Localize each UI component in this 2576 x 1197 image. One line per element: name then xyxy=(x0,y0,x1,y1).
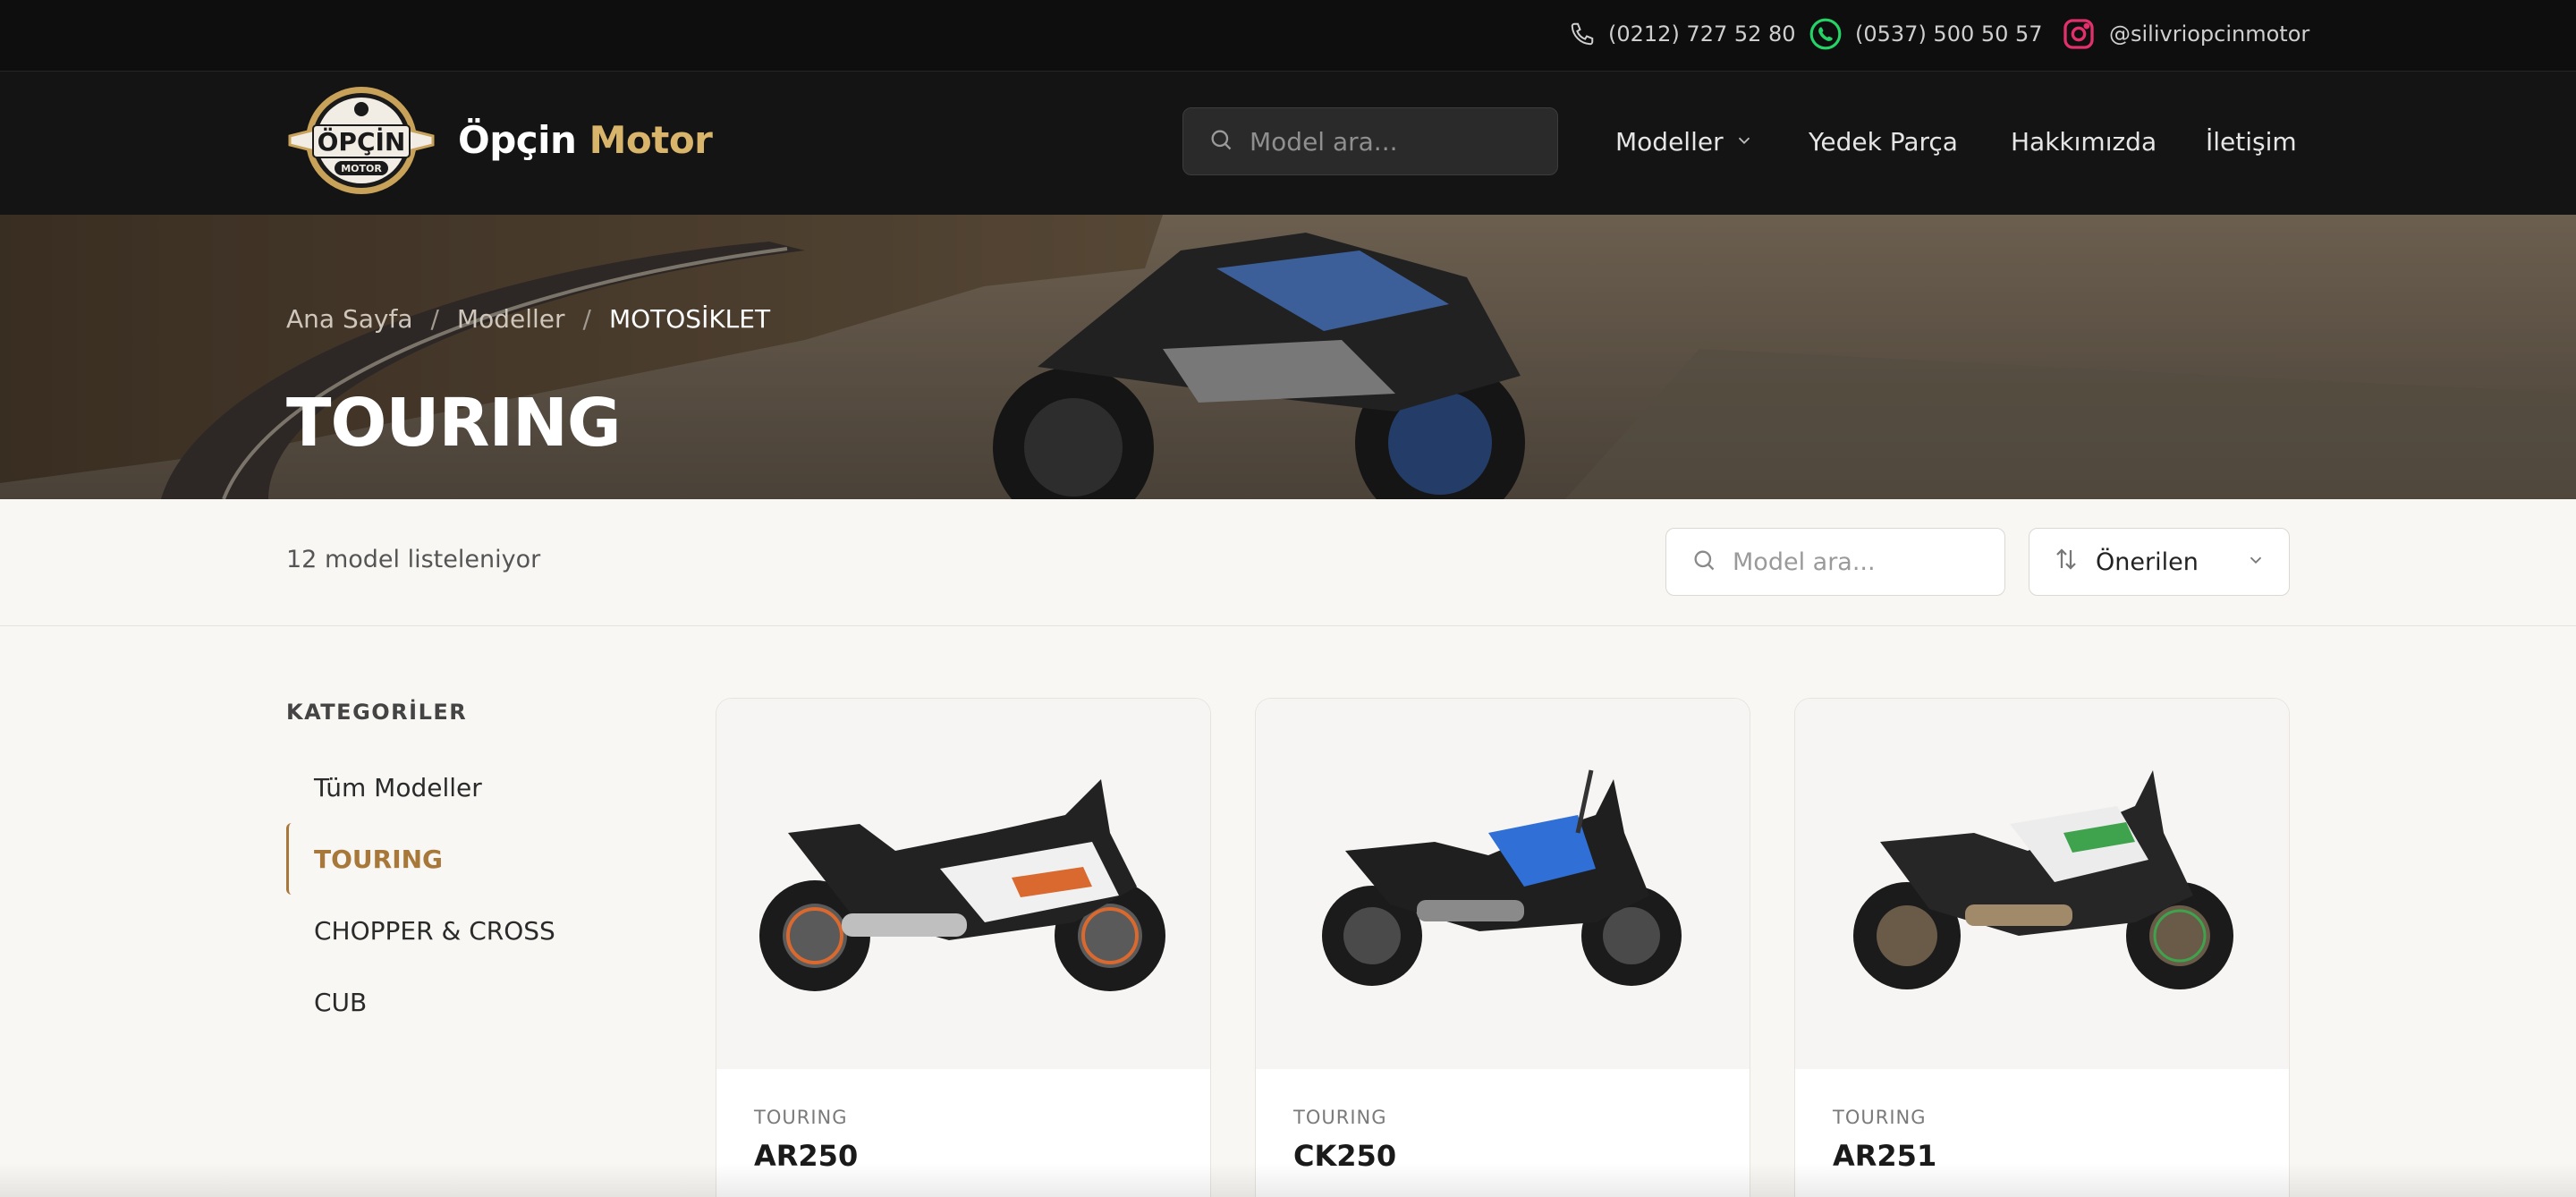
category-item-touring[interactable]: TOURING xyxy=(286,823,590,895)
product-category: TOURING xyxy=(1293,1107,1387,1128)
breadcrumb-separator: / xyxy=(582,304,591,334)
chevron-down-icon xyxy=(2246,548,2266,576)
page-title: TOURING xyxy=(286,385,622,462)
hero-banner: Ana Sayfa / Modeller / MOTOSİKLET TOURIN… xyxy=(0,215,2576,499)
breadcrumb-home[interactable]: Ana Sayfa xyxy=(286,304,412,334)
header-search-box[interactable] xyxy=(1182,107,1558,175)
breadcrumb: Ana Sayfa / Modeller / MOTOSİKLET xyxy=(286,304,770,334)
nav-parts[interactable]: Yedek Parça xyxy=(1809,123,1958,159)
search-icon xyxy=(1691,548,1716,576)
sort-selected-label: Önerilen xyxy=(2096,548,2199,576)
product-name: AR251 xyxy=(1833,1139,1937,1173)
nav-models-label: Modeller xyxy=(1615,126,1724,157)
instagram-icon xyxy=(2061,16,2097,52)
whatsapp-icon xyxy=(1809,17,1843,51)
nav-models[interactable]: Modeller xyxy=(1615,123,1754,159)
nav-contact-label: İletişim xyxy=(2206,126,2297,157)
product-image xyxy=(1795,699,2289,1069)
brand-name[interactable]: Öpçin Motor xyxy=(458,118,713,162)
logo-subtext: MOTOR xyxy=(341,163,382,174)
phone-contact[interactable]: (0212) 727 52 80 xyxy=(1569,16,1796,52)
brand-main: Öpçin xyxy=(458,118,577,162)
chevron-down-icon xyxy=(1734,127,1754,157)
product-image xyxy=(716,699,1210,1069)
product-card[interactable]: TOURING AR251 xyxy=(1794,698,2290,1197)
category-item-chopper-cross[interactable]: CHOPPER & CROSS xyxy=(286,895,590,966)
nav-contact[interactable]: İletişim xyxy=(2206,123,2297,159)
breadcrumb-models[interactable]: Modeller xyxy=(457,304,565,334)
category-item-cub[interactable]: CUB xyxy=(286,966,590,1038)
categories-title: KATEGORİLER xyxy=(286,700,468,725)
nav-about-label: Hakkımızda xyxy=(2011,126,2157,157)
search-icon xyxy=(1208,127,1233,156)
logo-text: ÖPÇİN xyxy=(318,126,406,157)
category-item-all[interactable]: Tüm Modeller xyxy=(286,751,590,823)
sort-select[interactable]: Önerilen xyxy=(2029,528,2290,596)
whatsapp-contact[interactable]: (0537) 500 50 57 xyxy=(1809,16,2043,52)
result-count: 12 model listeleniyor xyxy=(286,546,541,573)
logo[interactable]: ÖPÇİN MOTOR xyxy=(286,84,436,197)
top-contact-bar: (0212) 727 52 80 (0537) 500 50 57 @siliv… xyxy=(0,0,2576,72)
category-list: Tüm Modeller TOURING CHOPPER & CROSS CUB xyxy=(286,751,590,1038)
phone-number: (0212) 727 52 80 xyxy=(1608,21,1796,47)
instagram-contact[interactable]: @silivriopcinmotor xyxy=(2061,16,2309,52)
brand-accent: Motor xyxy=(589,118,713,162)
listing-search-input[interactable] xyxy=(1733,548,1983,576)
product-image xyxy=(1256,699,1750,1069)
product-card[interactable]: TOURING CK250 xyxy=(1255,698,1750,1197)
listing-search-box[interactable] xyxy=(1665,528,2005,596)
product-name: CK250 xyxy=(1293,1139,1397,1173)
product-category: TOURING xyxy=(1833,1107,1927,1128)
header-search-input[interactable] xyxy=(1250,126,1536,157)
breadcrumb-separator: / xyxy=(430,304,439,334)
instagram-handle: @silivriopcinmotor xyxy=(2109,21,2310,47)
listing-toolbar: 12 model listeleniyor Önerilen xyxy=(0,499,2576,626)
product-category: TOURING xyxy=(754,1107,848,1128)
whatsapp-number: (0537) 500 50 57 xyxy=(1855,21,2043,47)
breadcrumb-current: MOTOSİKLET xyxy=(608,304,771,334)
main-header: ÖPÇİN MOTOR Öpçin Motor Modeller Yedek P… xyxy=(0,72,2576,215)
phone-icon xyxy=(1569,21,1596,47)
product-name: AR250 xyxy=(754,1139,859,1173)
sort-arrows-icon xyxy=(2053,546,2080,579)
nav-about[interactable]: Hakkımızda xyxy=(2011,123,2157,159)
product-card[interactable]: TOURING AR250 xyxy=(716,698,1211,1197)
nav-parts-label: Yedek Parça xyxy=(1809,126,1958,157)
